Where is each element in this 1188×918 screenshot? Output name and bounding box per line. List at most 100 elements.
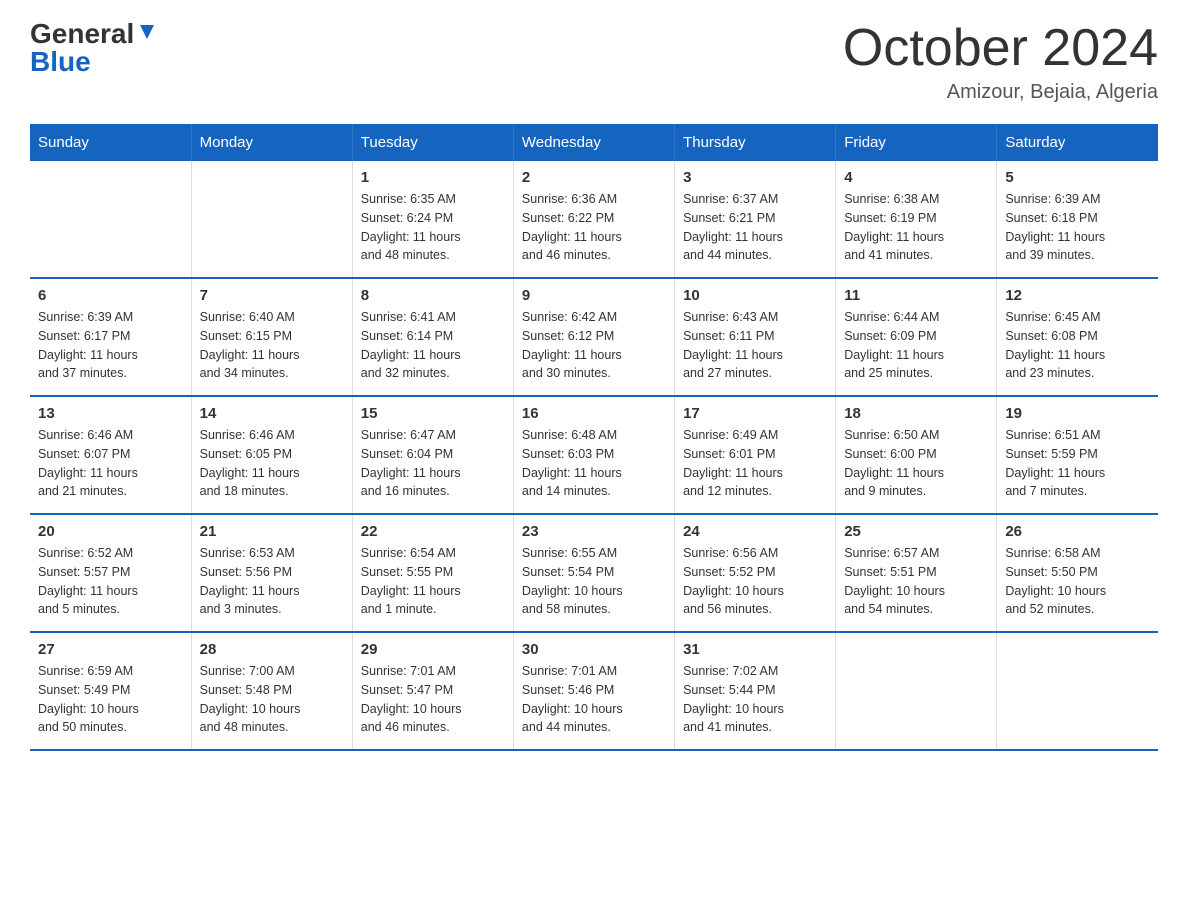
header: General Blue October 2024 Amizour, Bejai… (30, 20, 1158, 104)
calendar-week-row: 27Sunrise: 6:59 AMSunset: 5:49 PMDayligh… (30, 632, 1158, 750)
calendar-day-cell: 31 Sunrise: 7:02 AMSunset: 5:44 PMDayligh… (675, 632, 836, 750)
header-tuesday: Tuesday (352, 124, 513, 161)
day-number: 15 (361, 405, 505, 422)
day-info: Sunrise: 7:01 AMSunset: 5:46 PMDaylight:… (522, 662, 666, 737)
day-info: Sunrise: 6:45 AMSunset: 6:08 PMDaylight:… (1005, 308, 1150, 383)
day-info: Sunrise: 7:01 AMSunset: 5:47 PMDaylight:… (361, 662, 505, 737)
day-number: 14 (200, 405, 344, 422)
calendar-day-cell: 26 Sunrise: 6:58 AMSunset: 5:50 PMDayligh… (997, 514, 1158, 632)
logo-triangle-icon (136, 21, 158, 43)
calendar-day-cell: 14 Sunrise: 6:46 AMSunset: 6:05 PMDayligh… (191, 396, 352, 514)
page-subtitle: Amizour, Bejaia, Algeria (843, 81, 1158, 104)
day-info: Sunrise: 6:53 AMSunset: 5:56 PMDaylight:… (200, 544, 344, 619)
calendar-day-cell (191, 161, 352, 278)
day-info: Sunrise: 6:58 AMSunset: 5:50 PMDaylight:… (1005, 544, 1150, 619)
day-number: 25 (844, 523, 988, 540)
day-number: 9 (522, 287, 666, 304)
day-number: 23 (522, 523, 666, 540)
calendar-day-cell: 5 Sunrise: 6:39 AMSunset: 6:18 PMDaylight… (997, 161, 1158, 278)
header-friday: Friday (836, 124, 997, 161)
day-info: Sunrise: 6:46 AMSunset: 6:07 PMDaylight:… (38, 426, 183, 501)
calendar-day-cell: 4 Sunrise: 6:38 AMSunset: 6:19 PMDaylight… (836, 161, 997, 278)
calendar-day-cell: 27Sunrise: 6:59 AMSunset: 5:49 PMDayligh… (30, 632, 191, 750)
day-info: Sunrise: 6:50 AMSunset: 6:00 PMDaylight:… (844, 426, 988, 501)
day-info: Sunrise: 6:35 AMSunset: 6:24 PMDaylight:… (361, 190, 505, 265)
day-info: Sunrise: 6:46 AMSunset: 6:05 PMDaylight:… (200, 426, 344, 501)
logo-general-text: General (30, 20, 134, 48)
day-info: Sunrise: 6:52 AMSunset: 5:57 PMDaylight:… (38, 544, 183, 619)
calendar-day-cell: 18 Sunrise: 6:50 AMSunset: 6:00 PMDayligh… (836, 396, 997, 514)
day-info: Sunrise: 6:39 AMSunset: 6:18 PMDaylight:… (1005, 190, 1150, 265)
calendar-day-cell: 7 Sunrise: 6:40 AMSunset: 6:15 PMDaylight… (191, 278, 352, 396)
calendar-week-row: 1 Sunrise: 6:35 AMSunset: 6:24 PMDaylight… (30, 161, 1158, 278)
calendar-day-cell: 30 Sunrise: 7:01 AMSunset: 5:46 PMDayligh… (513, 632, 674, 750)
day-number: 29 (361, 641, 505, 658)
day-number: 1 (361, 169, 505, 186)
day-number: 16 (522, 405, 666, 422)
day-info: Sunrise: 6:37 AMSunset: 6:21 PMDaylight:… (683, 190, 827, 265)
calendar-day-cell: 13 Sunrise: 6:46 AMSunset: 6:07 PMDayligh… (30, 396, 191, 514)
calendar-day-cell: 21 Sunrise: 6:53 AMSunset: 5:56 PMDayligh… (191, 514, 352, 632)
day-number: 28 (200, 641, 344, 658)
day-info: Sunrise: 7:02 AMSunset: 5:44 PMDaylight:… (683, 662, 827, 737)
calendar-day-cell: 22 Sunrise: 6:54 AMSunset: 5:55 PMDayligh… (352, 514, 513, 632)
calendar-day-cell: 11Sunrise: 6:44 AMSunset: 6:09 PMDayligh… (836, 278, 997, 396)
day-number: 27 (38, 641, 183, 658)
day-number: 26 (1005, 523, 1150, 540)
day-info: Sunrise: 6:54 AMSunset: 5:55 PMDaylight:… (361, 544, 505, 619)
title-area: October 2024 Amizour, Bejaia, Algeria (843, 20, 1158, 104)
day-number: 31 (683, 641, 827, 658)
day-info: Sunrise: 6:40 AMSunset: 6:15 PMDaylight:… (200, 308, 344, 383)
calendar-day-cell: 24 Sunrise: 6:56 AMSunset: 5:52 PMDayligh… (675, 514, 836, 632)
calendar-day-cell: 12 Sunrise: 6:45 AMSunset: 6:08 PMDayligh… (997, 278, 1158, 396)
calendar-day-cell: 23 Sunrise: 6:55 AMSunset: 5:54 PMDayligh… (513, 514, 674, 632)
day-number: 24 (683, 523, 827, 540)
day-info: Sunrise: 6:36 AMSunset: 6:22 PMDaylight:… (522, 190, 666, 265)
day-number: 13 (38, 405, 183, 422)
calendar-day-cell: 3 Sunrise: 6:37 AMSunset: 6:21 PMDaylight… (675, 161, 836, 278)
day-info: Sunrise: 6:48 AMSunset: 6:03 PMDaylight:… (522, 426, 666, 501)
calendar-day-cell (997, 632, 1158, 750)
header-sunday: Sunday (30, 124, 191, 161)
calendar-day-cell: 15 Sunrise: 6:47 AMSunset: 6:04 PMDayligh… (352, 396, 513, 514)
calendar-day-cell: 29 Sunrise: 7:01 AMSunset: 5:47 PMDayligh… (352, 632, 513, 750)
calendar-day-cell: 19Sunrise: 6:51 AMSunset: 5:59 PMDayligh… (997, 396, 1158, 514)
logo-blue-text: Blue (30, 48, 91, 76)
day-number: 3 (683, 169, 827, 186)
day-number: 17 (683, 405, 827, 422)
day-number: 19 (1005, 405, 1150, 422)
page-title: October 2024 (843, 20, 1158, 77)
day-number: 12 (1005, 287, 1150, 304)
day-number: 7 (200, 287, 344, 304)
day-info: Sunrise: 6:56 AMSunset: 5:52 PMDaylight:… (683, 544, 827, 619)
day-number: 4 (844, 169, 988, 186)
day-number: 2 (522, 169, 666, 186)
day-info: Sunrise: 7:00 AMSunset: 5:48 PMDaylight:… (200, 662, 344, 737)
day-number: 20 (38, 523, 183, 540)
header-monday: Monday (191, 124, 352, 161)
header-thursday: Thursday (675, 124, 836, 161)
calendar-day-cell: 25 Sunrise: 6:57 AMSunset: 5:51 PMDayligh… (836, 514, 997, 632)
day-info: Sunrise: 6:47 AMSunset: 6:04 PMDaylight:… (361, 426, 505, 501)
day-number: 18 (844, 405, 988, 422)
calendar-week-row: 13 Sunrise: 6:46 AMSunset: 6:07 PMDayligh… (30, 396, 1158, 514)
day-info: Sunrise: 6:43 AMSunset: 6:11 PMDaylight:… (683, 308, 827, 383)
day-number: 21 (200, 523, 344, 540)
logo: General Blue (30, 20, 158, 76)
day-number: 8 (361, 287, 505, 304)
calendar-day-cell: 8Sunrise: 6:41 AMSunset: 6:14 PMDaylight… (352, 278, 513, 396)
day-info: Sunrise: 6:55 AMSunset: 5:54 PMDaylight:… (522, 544, 666, 619)
header-saturday: Saturday (997, 124, 1158, 161)
day-info: Sunrise: 6:44 AMSunset: 6:09 PMDaylight:… (844, 308, 988, 383)
day-number: 30 (522, 641, 666, 658)
day-info: Sunrise: 6:38 AMSunset: 6:19 PMDaylight:… (844, 190, 988, 265)
calendar-day-cell: 28 Sunrise: 7:00 AMSunset: 5:48 PMDayligh… (191, 632, 352, 750)
day-info: Sunrise: 6:57 AMSunset: 5:51 PMDaylight:… (844, 544, 988, 619)
day-number: 5 (1005, 169, 1150, 186)
day-number: 22 (361, 523, 505, 540)
calendar-header-row: SundayMondayTuesdayWednesdayThursdayFrid… (30, 124, 1158, 161)
calendar-day-cell: 20 Sunrise: 6:52 AMSunset: 5:57 PMDayligh… (30, 514, 191, 632)
calendar-day-cell: 9Sunrise: 6:42 AMSunset: 6:12 PMDaylight… (513, 278, 674, 396)
calendar-day-cell: 1 Sunrise: 6:35 AMSunset: 6:24 PMDaylight… (352, 161, 513, 278)
day-number: 6 (38, 287, 183, 304)
